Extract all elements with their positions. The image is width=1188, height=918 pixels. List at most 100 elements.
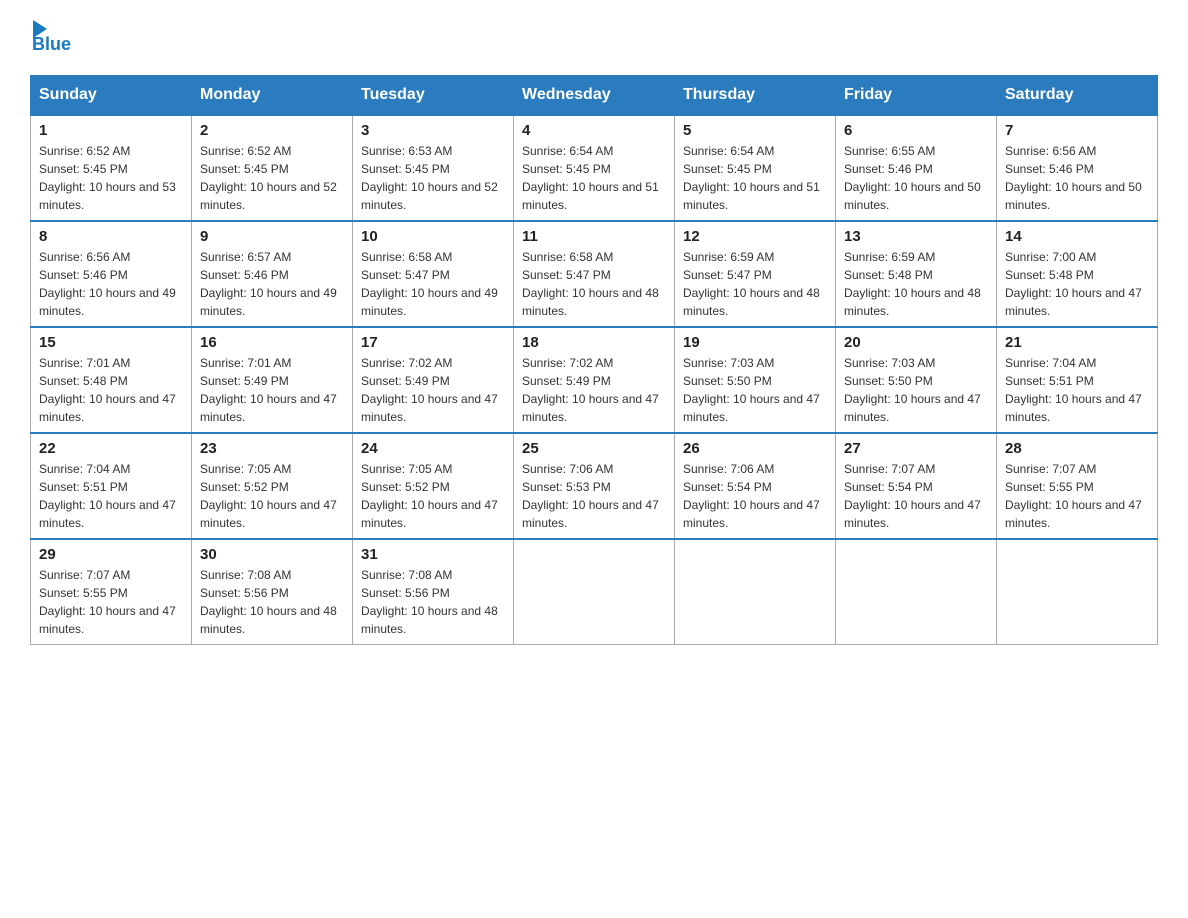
day-info: Sunrise: 7:05 AMSunset: 5:52 PMDaylight:…	[200, 460, 344, 532]
day-info: Sunrise: 6:52 AMSunset: 5:45 PMDaylight:…	[39, 142, 183, 214]
day-number: 4	[522, 122, 666, 139]
day-info: Sunrise: 7:08 AMSunset: 5:56 PMDaylight:…	[200, 566, 344, 638]
calendar-cell	[675, 539, 836, 645]
day-info: Sunrise: 7:02 AMSunset: 5:49 PMDaylight:…	[522, 354, 666, 426]
calendar-cell: 14 Sunrise: 7:00 AMSunset: 5:48 PMDayligh…	[997, 221, 1158, 327]
day-number: 26	[683, 440, 827, 457]
calendar-cell: 7 Sunrise: 6:56 AMSunset: 5:46 PMDaylight…	[997, 115, 1158, 221]
day-number: 13	[844, 228, 988, 245]
page-header: Blue	[30, 20, 1158, 55]
day-info: Sunrise: 6:58 AMSunset: 5:47 PMDaylight:…	[361, 248, 505, 320]
day-number: 28	[1005, 440, 1149, 457]
day-number: 14	[1005, 228, 1149, 245]
calendar-week-row: 15 Sunrise: 7:01 AMSunset: 5:48 PMDayligh…	[31, 327, 1158, 433]
weekday-header-saturday: Saturday	[997, 76, 1158, 116]
day-info: Sunrise: 7:07 AMSunset: 5:55 PMDaylight:…	[1005, 460, 1149, 532]
day-number: 3	[361, 122, 505, 139]
day-number: 2	[200, 122, 344, 139]
day-number: 18	[522, 334, 666, 351]
day-info: Sunrise: 7:03 AMSunset: 5:50 PMDaylight:…	[683, 354, 827, 426]
calendar-cell: 23 Sunrise: 7:05 AMSunset: 5:52 PMDayligh…	[192, 433, 353, 539]
calendar-cell: 9 Sunrise: 6:57 AMSunset: 5:46 PMDaylight…	[192, 221, 353, 327]
day-number: 27	[844, 440, 988, 457]
calendar-cell: 29 Sunrise: 7:07 AMSunset: 5:55 PMDayligh…	[31, 539, 192, 645]
calendar-cell	[836, 539, 997, 645]
day-info: Sunrise: 7:04 AMSunset: 5:51 PMDaylight:…	[1005, 354, 1149, 426]
day-number: 10	[361, 228, 505, 245]
day-info: Sunrise: 7:05 AMSunset: 5:52 PMDaylight:…	[361, 460, 505, 532]
calendar-cell	[514, 539, 675, 645]
calendar-cell	[997, 539, 1158, 645]
day-info: Sunrise: 7:00 AMSunset: 5:48 PMDaylight:…	[1005, 248, 1149, 320]
day-info: Sunrise: 6:55 AMSunset: 5:46 PMDaylight:…	[844, 142, 988, 214]
day-info: Sunrise: 7:04 AMSunset: 5:51 PMDaylight:…	[39, 460, 183, 532]
day-info: Sunrise: 6:52 AMSunset: 5:45 PMDaylight:…	[200, 142, 344, 214]
calendar-cell: 5Sunrise: 6:54 AMSunset: 5:45 PMDaylight…	[675, 115, 836, 221]
day-number: 19	[683, 334, 827, 351]
day-number: 15	[39, 334, 183, 351]
day-info: Sunrise: 7:02 AMSunset: 5:49 PMDaylight:…	[361, 354, 505, 426]
calendar-cell: 31 Sunrise: 7:08 AMSunset: 5:56 PMDayligh…	[353, 539, 514, 645]
day-info: Sunrise: 6:54 AMSunset: 5:45 PMDaylight:…	[522, 142, 666, 214]
weekday-header-row: SundayMondayTuesdayWednesdayThursdayFrid…	[31, 76, 1158, 116]
day-number: 21	[1005, 334, 1149, 351]
calendar-cell: 12 Sunrise: 6:59 AMSunset: 5:47 PMDayligh…	[675, 221, 836, 327]
day-info: Sunrise: 7:01 AMSunset: 5:48 PMDaylight:…	[39, 354, 183, 426]
day-info: Sunrise: 7:01 AMSunset: 5:49 PMDaylight:…	[200, 354, 344, 426]
day-number: 25	[522, 440, 666, 457]
day-number: 30	[200, 546, 344, 563]
day-info: Sunrise: 7:06 AMSunset: 5:53 PMDaylight:…	[522, 460, 666, 532]
day-info: Sunrise: 7:07 AMSunset: 5:55 PMDaylight:…	[39, 566, 183, 638]
calendar-cell: 28 Sunrise: 7:07 AMSunset: 5:55 PMDayligh…	[997, 433, 1158, 539]
calendar-table: SundayMondayTuesdayWednesdayThursdayFrid…	[30, 75, 1158, 645]
day-info: Sunrise: 7:07 AMSunset: 5:54 PMDaylight:…	[844, 460, 988, 532]
calendar-cell: 30 Sunrise: 7:08 AMSunset: 5:56 PMDayligh…	[192, 539, 353, 645]
day-info: Sunrise: 6:54 AMSunset: 5:45 PMDaylight:…	[683, 142, 827, 214]
day-number: 7	[1005, 122, 1149, 139]
day-info: Sunrise: 7:03 AMSunset: 5:50 PMDaylight:…	[844, 354, 988, 426]
calendar-cell: 8 Sunrise: 6:56 AMSunset: 5:46 PMDaylight…	[31, 221, 192, 327]
calendar-cell: 15 Sunrise: 7:01 AMSunset: 5:48 PMDayligh…	[31, 327, 192, 433]
calendar-week-row: 29 Sunrise: 7:07 AMSunset: 5:55 PMDayligh…	[31, 539, 1158, 645]
calendar-cell: 19 Sunrise: 7:03 AMSunset: 5:50 PMDayligh…	[675, 327, 836, 433]
calendar-cell: 24Sunrise: 7:05 AMSunset: 5:52 PMDayligh…	[353, 433, 514, 539]
day-info: Sunrise: 7:06 AMSunset: 5:54 PMDaylight:…	[683, 460, 827, 532]
day-info: Sunrise: 6:56 AMSunset: 5:46 PMDaylight:…	[39, 248, 183, 320]
calendar-cell: 6 Sunrise: 6:55 AMSunset: 5:46 PMDaylight…	[836, 115, 997, 221]
calendar-cell: 21 Sunrise: 7:04 AMSunset: 5:51 PMDayligh…	[997, 327, 1158, 433]
calendar-cell: 10 Sunrise: 6:58 AMSunset: 5:47 PMDayligh…	[353, 221, 514, 327]
day-number: 23	[200, 440, 344, 457]
day-number: 29	[39, 546, 183, 563]
day-info: Sunrise: 6:59 AMSunset: 5:47 PMDaylight:…	[683, 248, 827, 320]
day-number: 31	[361, 546, 505, 563]
logo: Blue	[30, 20, 71, 55]
day-number: 20	[844, 334, 988, 351]
calendar-cell: 20 Sunrise: 7:03 AMSunset: 5:50 PMDayligh…	[836, 327, 997, 433]
day-info: Sunrise: 7:08 AMSunset: 5:56 PMDaylight:…	[361, 566, 505, 638]
day-info: Sunrise: 6:53 AMSunset: 5:45 PMDaylight:…	[361, 142, 505, 214]
day-info: Sunrise: 6:59 AMSunset: 5:48 PMDaylight:…	[844, 248, 988, 320]
day-number: 17	[361, 334, 505, 351]
day-info: Sunrise: 6:57 AMSunset: 5:46 PMDaylight:…	[200, 248, 344, 320]
day-number: 22	[39, 440, 183, 457]
day-number: 11	[522, 228, 666, 245]
day-number: 12	[683, 228, 827, 245]
calendar-cell: 2 Sunrise: 6:52 AMSunset: 5:45 PMDaylight…	[192, 115, 353, 221]
day-info: Sunrise: 6:56 AMSunset: 5:46 PMDaylight:…	[1005, 142, 1149, 214]
day-number: 9	[200, 228, 344, 245]
day-number: 8	[39, 228, 183, 245]
calendar-cell: 25 Sunrise: 7:06 AMSunset: 5:53 PMDayligh…	[514, 433, 675, 539]
calendar-week-row: 8 Sunrise: 6:56 AMSunset: 5:46 PMDaylight…	[31, 221, 1158, 327]
calendar-cell: 3 Sunrise: 6:53 AMSunset: 5:45 PMDaylight…	[353, 115, 514, 221]
calendar-cell: 1Sunrise: 6:52 AMSunset: 5:45 PMDaylight…	[31, 115, 192, 221]
calendar-week-row: 22 Sunrise: 7:04 AMSunset: 5:51 PMDayligh…	[31, 433, 1158, 539]
calendar-cell: 18 Sunrise: 7:02 AMSunset: 5:49 PMDayligh…	[514, 327, 675, 433]
day-number: 6	[844, 122, 988, 139]
calendar-cell: 26 Sunrise: 7:06 AMSunset: 5:54 PMDayligh…	[675, 433, 836, 539]
weekday-header-tuesday: Tuesday	[353, 76, 514, 116]
day-info: Sunrise: 6:58 AMSunset: 5:47 PMDaylight:…	[522, 248, 666, 320]
calendar-week-row: 1Sunrise: 6:52 AMSunset: 5:45 PMDaylight…	[31, 115, 1158, 221]
calendar-cell: 11 Sunrise: 6:58 AMSunset: 5:47 PMDayligh…	[514, 221, 675, 327]
logo-subtitle: Blue	[32, 34, 71, 55]
calendar-cell: 17 Sunrise: 7:02 AMSunset: 5:49 PMDayligh…	[353, 327, 514, 433]
